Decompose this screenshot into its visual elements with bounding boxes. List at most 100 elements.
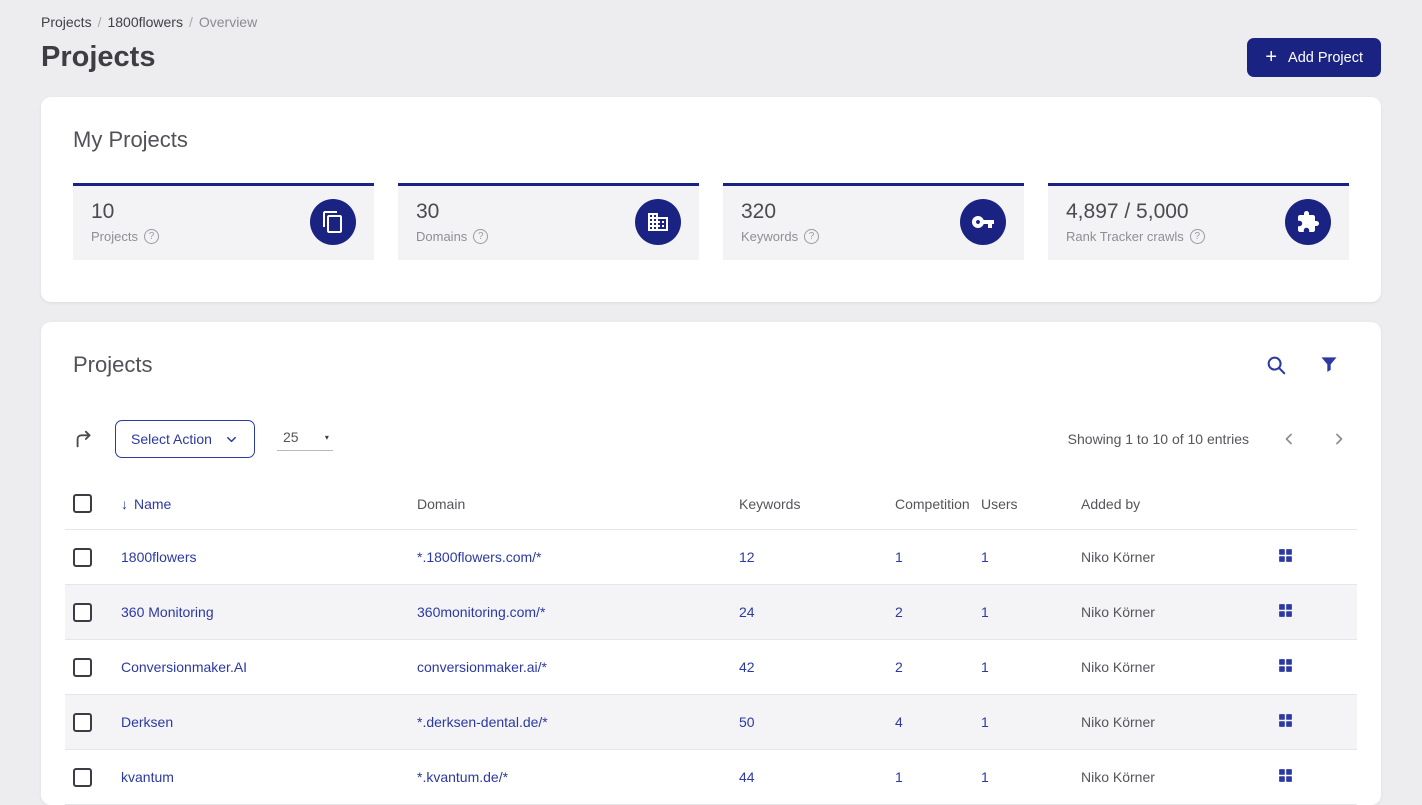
- column-header-users[interactable]: Users: [973, 484, 1073, 530]
- pagination: [1279, 429, 1349, 449]
- stats-row: 10 Projects ? 30 Domains ? 320 Keywords …: [73, 183, 1349, 260]
- help-icon[interactable]: ?: [473, 229, 489, 244]
- page: Projects / 1800flowers / Overview Projec…: [0, 0, 1422, 805]
- filter-icon[interactable]: [1319, 354, 1339, 376]
- row-checkbox[interactable]: [73, 547, 92, 567]
- project-name-link[interactable]: Conversionmaker.AI: [121, 659, 247, 675]
- column-header-name[interactable]: ↓ Name: [113, 484, 409, 530]
- table-toolbar: Select Action 25 ▾ Showing 1 to 10 of 10…: [65, 420, 1357, 458]
- project-name-link[interactable]: 360 Monitoring: [121, 604, 214, 620]
- project-competition-link[interactable]: 2: [895, 659, 903, 675]
- project-competition-link[interactable]: 2: [895, 604, 903, 620]
- stat-crawls-label: Rank Tracker crawls: [1066, 229, 1184, 244]
- added-by-text: Niko Körner: [1081, 549, 1155, 565]
- help-icon[interactable]: ?: [1189, 229, 1205, 244]
- project-domain-link[interactable]: *.kvantum.de/*: [417, 769, 508, 785]
- added-by-text: Niko Körner: [1081, 714, 1155, 730]
- column-header-added-by[interactable]: Added by: [1073, 484, 1269, 530]
- stat-projects-label-row: Projects ?: [91, 229, 159, 244]
- projects-table-card: Projects Select Action 25 ▾ Showing 1 to…: [41, 322, 1381, 805]
- project-users-link[interactable]: 1: [981, 769, 989, 785]
- key-icon: [960, 199, 1006, 245]
- row-checkbox[interactable]: [73, 712, 92, 732]
- project-users-link[interactable]: 1: [981, 714, 989, 730]
- select-action-dropdown[interactable]: Select Action: [115, 420, 255, 458]
- stat-projects-value: 10: [91, 200, 115, 223]
- breadcrumb: Projects / 1800flowers / Overview: [41, 14, 1381, 30]
- add-project-label: Add Project: [1288, 49, 1363, 66]
- project-competition-link[interactable]: 1: [895, 769, 903, 785]
- breadcrumb-project[interactable]: 1800flowers: [107, 14, 183, 30]
- showing-entries-text: Showing 1 to 10 of 10 entries: [1067, 431, 1249, 447]
- project-keywords-link[interactable]: 44: [739, 769, 755, 785]
- stat-text: 10 Projects ?: [91, 200, 159, 244]
- page-size-select[interactable]: 25 ▾: [276, 427, 333, 451]
- project-competition-link[interactable]: 1: [895, 549, 903, 565]
- row-checkbox[interactable]: [73, 602, 92, 622]
- help-icon[interactable]: ?: [143, 229, 159, 244]
- breadcrumb-projects[interactable]: Projects: [41, 14, 92, 30]
- project-users-link[interactable]: 1: [981, 604, 989, 620]
- project-users-link[interactable]: 1: [981, 659, 989, 675]
- project-name-link[interactable]: Derksen: [121, 714, 173, 730]
- project-name-link[interactable]: kvantum: [121, 769, 174, 785]
- table-row: Derksen *.derksen-dental.de/* 50 4 1 Nik…: [65, 694, 1357, 750]
- select-action-label: Select Action: [131, 431, 212, 447]
- project-name-link[interactable]: 1800flowers: [121, 549, 197, 565]
- project-dashboard-grid-icon[interactable]: [1277, 767, 1294, 784]
- project-competition-link[interactable]: 4: [895, 714, 903, 730]
- stat-crawls: 4,897 / 5,000 Rank Tracker crawls ?: [1048, 183, 1349, 260]
- project-domain-link[interactable]: conversionmaker.ai/*: [417, 659, 547, 675]
- caret-down-icon: ▾: [324, 432, 329, 442]
- projects-copy-icon: [310, 199, 356, 245]
- stat-projects-label: Projects: [91, 229, 138, 244]
- table-row: kvantum *.kvantum.de/* 44 1 1 Niko Körne…: [65, 749, 1357, 805]
- breadcrumb-overview: Overview: [198, 14, 258, 30]
- breadcrumb-separator: /: [188, 14, 193, 30]
- panel-top: Projects: [65, 352, 1357, 378]
- stat-domains-label: Domains: [416, 229, 468, 244]
- project-keywords-link[interactable]: 50: [739, 714, 755, 730]
- stat-text: 4,897 / 5,000 Rank Tracker crawls ?: [1066, 200, 1205, 244]
- added-by-text: Niko Körner: [1081, 769, 1155, 785]
- stat-keywords-value: 320: [741, 200, 777, 223]
- added-by-text: Niko Körner: [1081, 604, 1155, 620]
- project-domain-link[interactable]: 360monitoring.com/*: [417, 604, 545, 620]
- stat-crawls-value: 4,897 / 5,000: [1066, 200, 1189, 223]
- project-users-link[interactable]: 1: [981, 549, 989, 565]
- chevron-down-icon: [226, 436, 236, 442]
- project-dashboard-grid-icon[interactable]: [1277, 712, 1294, 729]
- export-icon[interactable]: [73, 428, 95, 450]
- project-keywords-link[interactable]: 42: [739, 659, 755, 675]
- table-row: 1800flowers *.1800flowers.com/* 12 1 1 N…: [65, 529, 1357, 585]
- stat-domains-value: 30: [416, 200, 440, 223]
- project-keywords-link[interactable]: 24: [739, 604, 755, 620]
- my-projects-card: My Projects 10 Projects ? 30 Domains ? 3…: [41, 97, 1381, 302]
- search-icon[interactable]: [1265, 354, 1287, 376]
- select-all-checkbox[interactable]: [73, 494, 92, 513]
- chevron-right-icon[interactable]: [1329, 429, 1349, 449]
- project-dashboard-grid-icon[interactable]: [1277, 602, 1294, 619]
- added-by-text: Niko Körner: [1081, 659, 1155, 675]
- sort-desc-icon: ↓: [121, 495, 128, 512]
- stat-keywords-label-row: Keywords ?: [741, 229, 820, 244]
- project-domain-link[interactable]: *.1800flowers.com/*: [417, 549, 542, 565]
- table-row: 360 Monitoring 360monitoring.com/* 24 2 …: [65, 584, 1357, 640]
- row-checkbox[interactable]: [73, 767, 92, 787]
- plus-icon: +: [1265, 45, 1278, 68]
- project-dashboard-grid-icon[interactable]: [1277, 657, 1294, 674]
- project-dashboard-grid-icon[interactable]: [1277, 547, 1294, 564]
- page-title: Projects: [41, 41, 156, 73]
- toolbar-right: Showing 1 to 10 of 10 entries: [1068, 429, 1349, 449]
- column-header-keywords[interactable]: Keywords: [731, 484, 887, 530]
- column-header-domain[interactable]: Domain: [409, 484, 731, 530]
- help-icon[interactable]: ?: [804, 229, 820, 244]
- project-domain-link[interactable]: *.derksen-dental.de/*: [417, 714, 548, 730]
- row-checkbox[interactable]: [73, 657, 92, 677]
- project-keywords-link[interactable]: 12: [739, 549, 755, 565]
- add-project-button[interactable]: + Add Project: [1247, 38, 1381, 77]
- breadcrumb-separator: /: [97, 14, 102, 30]
- column-header-competition[interactable]: Competition: [887, 484, 973, 530]
- building-icon: [635, 199, 681, 245]
- chevron-left-icon[interactable]: [1279, 429, 1299, 449]
